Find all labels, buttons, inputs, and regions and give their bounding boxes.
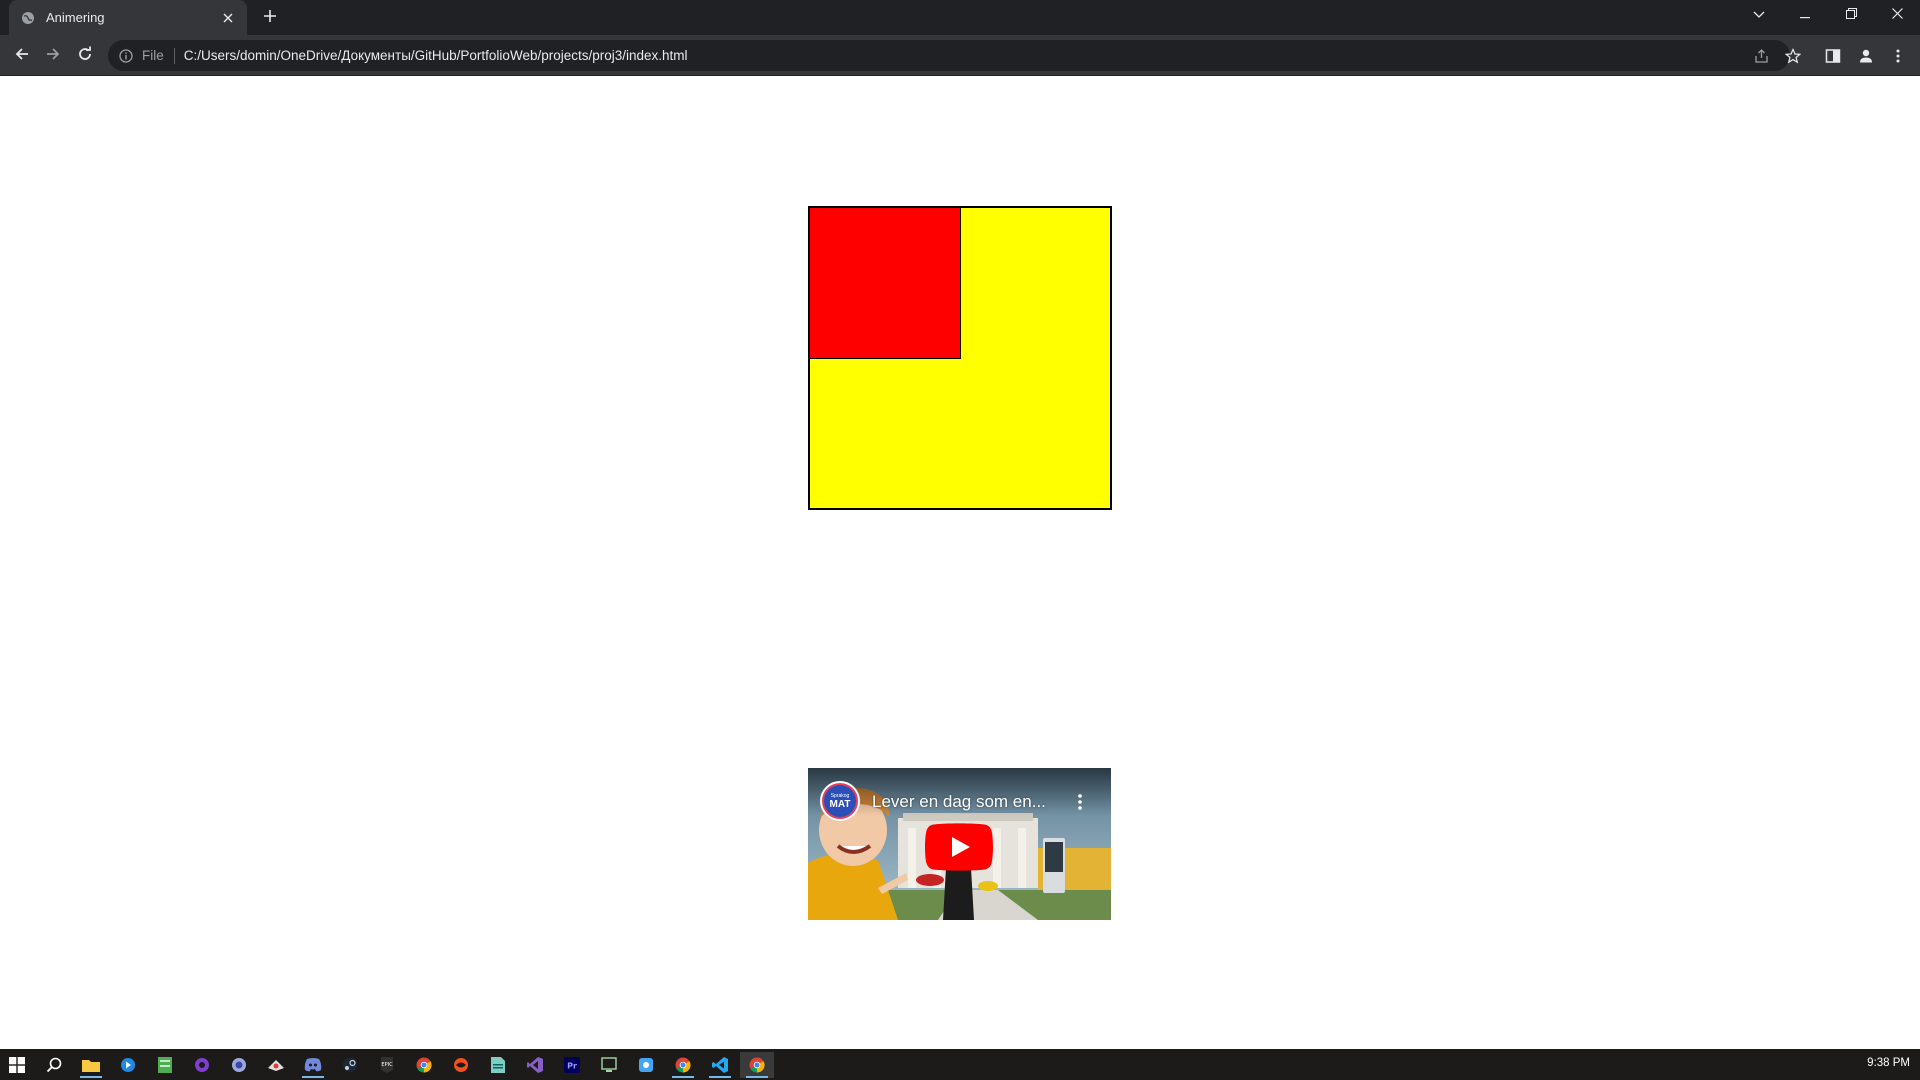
minimize-button[interactable] (1782, 0, 1828, 30)
app-icon[interactable] (222, 1052, 256, 1078)
channel-badge-text: MAT (829, 798, 851, 810)
active-indicator (709, 1076, 731, 1078)
minimize-icon (1800, 6, 1810, 24)
chrome-icon[interactable] (407, 1052, 441, 1078)
restore-icon (1845, 6, 1857, 24)
app-icon[interactable] (481, 1052, 515, 1078)
chevron-down-icon (1753, 6, 1765, 24)
app-icon[interactable] (185, 1052, 219, 1078)
active-indicator (302, 1076, 324, 1078)
steam-icon[interactable] (333, 1052, 367, 1078)
browser-toolbar: File C:/Users/domin/OneDrive/Документы/G… (0, 35, 1920, 76)
side-panel-icon[interactable] (1823, 46, 1843, 66)
system-clock[interactable]: 9:38 PM (1867, 1057, 1910, 1069)
search-icon[interactable] (37, 1052, 71, 1078)
info-icon[interactable] (118, 48, 134, 64)
discord-icon[interactable] (296, 1052, 330, 1078)
tab-title: Animering (46, 10, 105, 25)
app-icon[interactable] (148, 1052, 182, 1078)
channel-avatar[interactable]: Sprakog MAT (820, 781, 860, 821)
kebab-menu-icon[interactable] (1888, 46, 1908, 66)
url-text[interactable]: C:/Users/domin/OneDrive/Документы/GitHub… (184, 48, 688, 63)
visual-studio-icon[interactable] (518, 1052, 552, 1078)
new-tab-button[interactable] (258, 6, 282, 30)
active-indicator (746, 1076, 768, 1078)
divider (173, 47, 175, 64)
plus-icon (263, 9, 277, 28)
svg-text:EPIC: EPIC (381, 1062, 393, 1068)
arrow-right-icon (45, 46, 61, 67)
profile-icon[interactable] (1856, 46, 1876, 66)
forward-button[interactable] (40, 43, 66, 69)
yellow-square (808, 206, 1112, 510)
close-icon (1891, 6, 1903, 24)
more-options-icon[interactable] (1070, 790, 1090, 814)
epic-games-icon[interactable]: EPIC (370, 1052, 404, 1078)
star-icon[interactable] (1784, 47, 1802, 65)
browser-tab[interactable]: Animering (9, 0, 247, 35)
window-close-button[interactable] (1874, 0, 1920, 30)
app-icon[interactable] (259, 1052, 293, 1078)
restore-button[interactable] (1828, 0, 1874, 30)
channel-badge: Sprakog MAT (824, 785, 856, 817)
app-icon[interactable] (444, 1052, 478, 1078)
reload-button[interactable] (72, 43, 98, 69)
windows-start-icon[interactable] (0, 1052, 34, 1078)
file-explorer-icon[interactable] (74, 1052, 108, 1078)
share-icon[interactable] (1752, 47, 1770, 65)
play-button-icon[interactable] (925, 823, 993, 871)
taskbar: EPIC Pr 9:38 PM (0, 1049, 1920, 1080)
vscode-icon[interactable] (703, 1052, 737, 1078)
globe-icon (20, 10, 36, 26)
arrow-left-icon (14, 46, 30, 67)
close-icon[interactable] (219, 9, 237, 27)
tab-strip: Animering (0, 0, 1920, 35)
app-icon[interactable] (111, 1052, 145, 1078)
address-bar[interactable]: File C:/Users/domin/OneDrive/Документы/G… (108, 40, 1801, 71)
url-scheme: File (142, 48, 164, 63)
page-viewport: Sprakog MAT Lever en dag som en... (0, 76, 1920, 1049)
app-icon[interactable] (592, 1052, 626, 1078)
tab-search-button[interactable] (1736, 0, 1782, 30)
svg-text:Pr: Pr (567, 1062, 577, 1071)
premiere-pro-icon[interactable]: Pr (555, 1052, 589, 1078)
video-title[interactable]: Lever en dag som en... (872, 792, 1072, 812)
active-indicator (80, 1076, 102, 1078)
chrome-icon[interactable] (666, 1052, 700, 1078)
animated-red-square (810, 208, 961, 359)
back-button[interactable] (9, 43, 35, 69)
chrome-icon[interactable] (740, 1052, 774, 1078)
app-icon[interactable] (629, 1052, 663, 1078)
active-indicator (672, 1076, 694, 1078)
youtube-embed[interactable]: Sprakog MAT Lever en dag som en... (808, 768, 1111, 920)
reload-icon (77, 46, 93, 67)
